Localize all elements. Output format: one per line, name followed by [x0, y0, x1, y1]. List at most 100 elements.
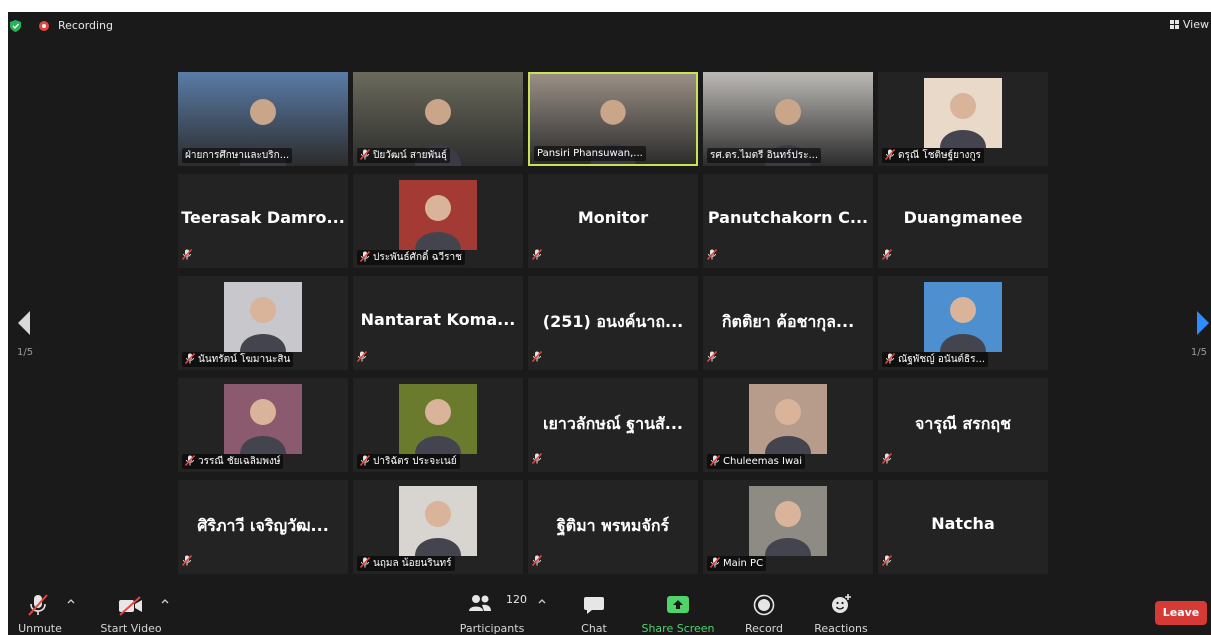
profile-photo: [399, 180, 477, 250]
share-screen-button[interactable]: Share Screen: [638, 585, 718, 635]
profile-photo: [749, 486, 827, 556]
participant-tile[interactable]: ฝ่ายการศึกษาและบริก...: [178, 72, 348, 166]
muted-microphone-icon: [882, 449, 892, 468]
previous-page-arrow-icon[interactable]: [16, 310, 32, 336]
participant-tile[interactable]: Chuleemas Iwai: [703, 378, 873, 472]
participant-name: นันทรัตน์ โฆมานะสิน: [198, 354, 291, 365]
record-icon: [753, 594, 775, 616]
participant-tile[interactable]: นันทรัตน์ โฆมานะสิน: [178, 276, 348, 370]
participant-tile[interactable]: Nantarat Koma...: [353, 276, 523, 370]
participant-tile[interactable]: ดรุณี โชติษฐ์ยางกูร: [878, 72, 1048, 166]
reactions-icon: [832, 594, 851, 613]
page-indicator-right: 1/5: [1190, 347, 1207, 358]
audio-options-chevron-icon[interactable]: [67, 597, 75, 605]
profile-photo: [224, 282, 302, 352]
participant-tile[interactable]: นฤมล น้อยนรินทร์: [353, 480, 523, 574]
participant-name-label: ปิยวัฒน์ สายพันธุ์: [357, 148, 450, 163]
chat-icon: [584, 597, 604, 614]
participant-name-label: รศ.ดร.ไมตรี อินทร์ประ...: [707, 148, 822, 163]
participant-tile[interactable]: จารุณี สรกฤช: [878, 378, 1048, 472]
participant-name-label: ปาริฉัตร ประจะเนย์: [357, 454, 460, 469]
record-button[interactable]: Record: [738, 585, 790, 635]
video-options-chevron-icon[interactable]: [161, 597, 169, 605]
start-video-button[interactable]: Start Video: [96, 585, 166, 635]
shield-icon[interactable]: [10, 20, 21, 32]
participant-tile[interactable]: ศิริภาวี เจริญวัฒ...: [178, 480, 348, 574]
muted-microphone-icon: [360, 556, 370, 571]
reactions-button[interactable]: Reactions: [810, 585, 872, 635]
participant-tile[interactable]: Pansiri Phansuwan,...: [528, 72, 698, 166]
participant-name: Nantarat Koma...: [360, 310, 516, 329]
muted-microphone-icon: [532, 551, 542, 570]
participant-name-label: นันทรัตน์ โฆมานะสิน: [182, 352, 294, 367]
participant-name: จารุณี สรกฤช: [915, 414, 1011, 433]
participant-name-label: Chuleemas Iwai: [707, 454, 806, 469]
reactions-label: Reactions: [814, 622, 868, 635]
muted-microphone-icon: [360, 250, 370, 265]
muted-microphone-icon: [28, 594, 48, 616]
meeting-toolbar: Unmute Start Video 120 Participants Chat…: [8, 585, 1211, 635]
participant-name-label: Main PC: [707, 556, 767, 571]
participant-tile[interactable]: Monitor: [528, 174, 698, 268]
participant-tile[interactable]: Panutchakorn C...: [703, 174, 873, 268]
participant-tile[interactable]: ณัฐพัชญ์ อนันต์ธิร...: [878, 276, 1048, 370]
muted-microphone-icon: [360, 454, 370, 469]
participant-tile[interactable]: Natcha: [878, 480, 1048, 574]
participant-tile[interactable]: เยาวลักษณ์ ฐานสั...: [528, 378, 698, 472]
participant-name: Duangmanee: [903, 208, 1023, 227]
participant-name: Pansiri Phansuwan,...: [537, 148, 643, 159]
participant-name-label: วรรณี ชัยเฉลิมพงษ์: [182, 454, 284, 469]
unmute-button[interactable]: Unmute: [12, 585, 68, 635]
participant-name: ฐิติมา พรหมจักร์: [556, 516, 670, 535]
leave-button[interactable]: Leave: [1155, 601, 1207, 625]
record-label: Record: [744, 622, 783, 635]
participants-button[interactable]: 120 Participants: [452, 585, 532, 635]
participant-tile[interactable]: Duangmanee: [878, 174, 1048, 268]
muted-microphone-icon: [707, 347, 717, 366]
profile-photo: [399, 384, 477, 454]
recording-label[interactable]: Recording: [58, 19, 113, 32]
page-indicator-left: 1/5: [17, 347, 34, 358]
muted-microphone-icon: [185, 454, 195, 469]
participant-tile[interactable]: ฐิติมา พรหมจักร์: [528, 480, 698, 574]
participant-tile[interactable]: ปิยวัฒน์ สายพันธุ์: [353, 72, 523, 166]
participant-name-label: นฤมล น้อยนรินทร์: [357, 556, 455, 571]
participant-name: Monitor: [577, 208, 649, 227]
participant-name: (251) อนงค์นาถ...: [542, 312, 684, 331]
participant-name-label: ณัฐพัชญ์ อนันต์ธิร...: [882, 352, 989, 367]
participant-name: Natcha: [931, 514, 995, 533]
participant-tile[interactable]: กิตติยา ค้อชากุล...: [703, 276, 873, 370]
gallery-grid: ฝ่ายการศึกษาและบริก... ปิยวัฒน์ สายพันธุ์…: [178, 72, 1048, 574]
participant-tile[interactable]: Teerasak Damro...: [178, 174, 348, 268]
participant-tile[interactable]: ประพันธ์ศักดิ์ ฉวีราช: [353, 174, 523, 268]
video-off-icon: [119, 596, 142, 616]
participant-name: รศ.ดร.ไมตรี อินทร์ประ...: [710, 150, 819, 161]
participants-label: Participants: [459, 622, 525, 635]
muted-microphone-icon: [182, 551, 192, 570]
participant-tile[interactable]: รศ.ดร.ไมตรี อินทร์ประ...: [703, 72, 873, 166]
participant-name: ปาริฉัตร ประจะเนย์: [373, 456, 457, 467]
participant-name: ดรุณี โชติษฐ์ยางกูร: [898, 150, 981, 161]
participant-tile[interactable]: ปาริฉัตร ประจะเนย์: [353, 378, 523, 472]
top-bar: Recording View: [8, 12, 1211, 40]
participant-tile[interactable]: Main PC: [703, 480, 873, 574]
participants-icon: [469, 595, 491, 611]
muted-microphone-icon: [532, 449, 542, 468]
participant-tile[interactable]: วรรณี ชัยเฉลิมพงษ์: [178, 378, 348, 472]
profile-photo: [749, 384, 827, 454]
participant-name-label: Pansiri Phansuwan,...: [534, 146, 646, 161]
participants-options-chevron-icon[interactable]: [538, 597, 546, 605]
profile-photo: [399, 486, 477, 556]
participant-tile[interactable]: (251) อนงค์นาถ...: [528, 276, 698, 370]
recording-icon: [39, 21, 49, 31]
next-page-arrow-icon[interactable]: [1195, 310, 1211, 336]
share-screen-label: Share Screen: [641, 622, 715, 635]
muted-microphone-icon: [182, 245, 192, 264]
chat-button[interactable]: Chat: [570, 585, 618, 635]
profile-photo: [224, 384, 302, 454]
participant-name: Chuleemas Iwai: [723, 456, 803, 467]
share-screen-icon: [667, 596, 689, 613]
participant-name-label: ฝ่ายการศึกษาและบริก...: [182, 148, 293, 163]
participant-name: ประพันธ์ศักดิ์ ฉวีราช: [373, 252, 462, 263]
view-button[interactable]: View: [1169, 18, 1209, 31]
